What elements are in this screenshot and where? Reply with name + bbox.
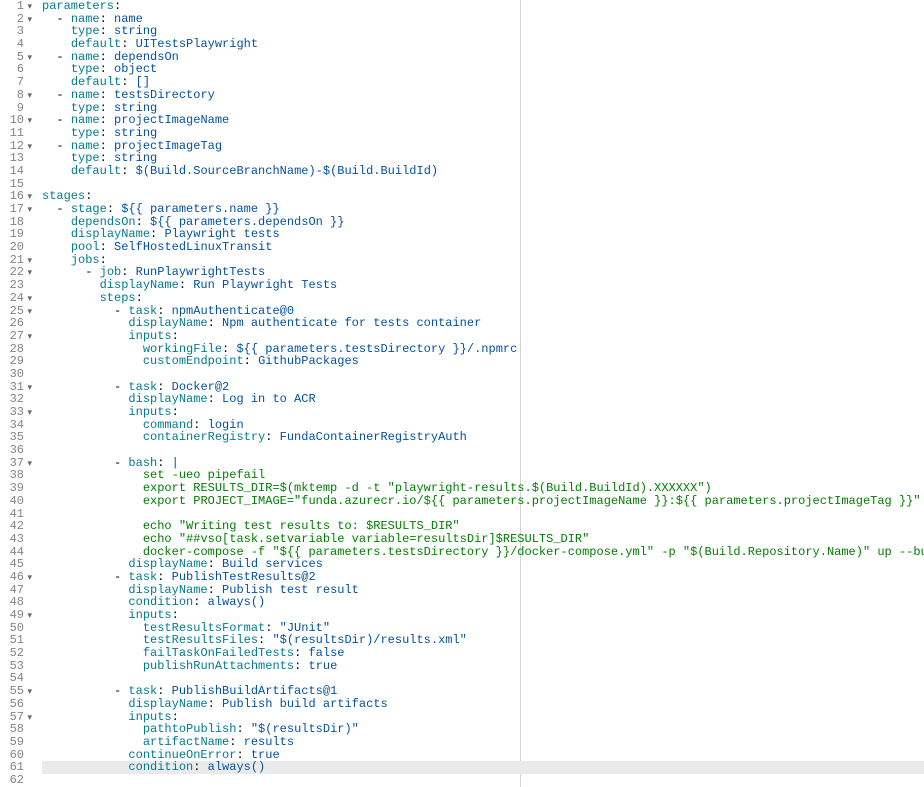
yaml-key: containerRegistry — [143, 430, 265, 444]
boolean-literal: true — [308, 659, 337, 673]
yaml-value: Run Playwright Tests — [193, 278, 337, 292]
token: : — [294, 659, 308, 673]
line-number[interactable]: 56 — [2, 698, 24, 711]
code-line[interactable]: containerRegistry: FundaContainerRegistr… — [42, 431, 924, 444]
code-line[interactable]: type: object — [42, 63, 924, 76]
line-number[interactable]: 1▾ — [2, 0, 24, 13]
code-line[interactable]: export PROJECT_IMAGE="funda.azurecr.io/$… — [42, 495, 924, 508]
code-line[interactable] — [42, 178, 924, 191]
code-line[interactable]: customEndpoint: GithubPackages — [42, 355, 924, 368]
line-number[interactable]: 62 — [2, 774, 24, 787]
line-number[interactable]: 42 — [2, 520, 24, 533]
line-number[interactable]: 39 — [2, 482, 24, 495]
token: : — [265, 430, 279, 444]
block-scalar-text: export PROJECT_IMAGE="funda.azurecr.io/$… — [143, 494, 921, 508]
code-line[interactable]: - name: dependsOn — [42, 51, 924, 64]
code-line[interactable]: default: $(Build.SourceBranchName)-$(Bui… — [42, 165, 924, 178]
line-number[interactable]: 23 — [2, 279, 24, 292]
token — [42, 494, 143, 508]
code-editor[interactable]: 1▾2▾345▾678▾910▾1112▾13141516▾17▾1819202… — [0, 0, 924, 787]
line-number[interactable]: 4 — [2, 38, 24, 51]
yaml-value: Publish build artifacts — [222, 697, 388, 711]
line-number[interactable]: 26 — [2, 317, 24, 330]
code-line[interactable]: - name: name — [42, 13, 924, 26]
code-line[interactable]: parameters: — [42, 0, 924, 13]
line-number[interactable]: 40 — [2, 495, 24, 508]
line-number[interactable]: 43 — [2, 533, 24, 546]
code-line[interactable]: - name: projectImageTag — [42, 140, 924, 153]
yaml-key: customEndpoint — [143, 354, 244, 368]
yaml-value: FundaContainerRegistryAuth — [280, 430, 467, 444]
line-number[interactable]: 30 — [2, 368, 24, 381]
token: : — [208, 392, 222, 406]
yaml-value: SelfHostedLinuxTransit — [114, 240, 272, 254]
token: : — [193, 595, 207, 609]
token: : — [179, 278, 193, 292]
token: : — [208, 697, 222, 711]
token — [42, 659, 143, 673]
token: : — [244, 354, 258, 368]
token — [42, 164, 71, 178]
line-number[interactable]: 55▾ — [2, 685, 24, 698]
code-area[interactable]: parameters: - name: name type: string de… — [30, 0, 924, 787]
yaml-value: always() — [208, 760, 266, 774]
line-number[interactable]: 58 — [2, 723, 24, 736]
line-number[interactable]: 27▾ — [2, 330, 24, 343]
token: : — [121, 164, 135, 178]
line-number[interactable]: 36 — [2, 444, 24, 457]
code-line[interactable]: pool: SelfHostedLinuxTransit — [42, 241, 924, 254]
yaml-value: always() — [208, 595, 266, 609]
code-line[interactable] — [42, 774, 924, 787]
yaml-value: Npm authenticate for tests container — [222, 316, 481, 330]
token — [42, 760, 128, 774]
yaml-value: $(Build.SourceBranchName)-$(Build.BuildI… — [136, 164, 438, 178]
yaml-key: condition — [128, 760, 193, 774]
line-number[interactable]: 24▾ — [2, 292, 24, 305]
code-line[interactable]: publishRunAttachments: true — [42, 660, 924, 673]
code-line[interactable]: - name: testsDirectory — [42, 89, 924, 102]
token: : — [193, 760, 207, 774]
line-number[interactable]: 33▾ — [2, 406, 24, 419]
yaml-key: publishRunAttachments — [143, 659, 294, 673]
code-line[interactable]: - name: projectImageName — [42, 114, 924, 127]
line-number[interactable]: 59 — [2, 736, 24, 749]
line-number[interactable]: 46▾ — [2, 571, 24, 584]
code-line[interactable]: displayName: Run Playwright Tests — [42, 279, 924, 292]
line-number[interactable]: 14 — [2, 165, 24, 178]
line-number[interactable]: 52 — [2, 647, 24, 660]
line-number[interactable]: 10▾ — [2, 114, 24, 127]
line-number[interactable]: 7 — [2, 76, 24, 89]
line-number[interactable]: 8▾ — [2, 89, 24, 102]
line-number[interactable]: 17▾ — [2, 203, 24, 216]
token: : — [208, 316, 222, 330]
token — [42, 354, 143, 368]
yaml-key: default — [71, 164, 121, 178]
yaml-value: Log in to ACR — [222, 392, 316, 406]
line-number[interactable]: 20 — [2, 241, 24, 254]
line-number-gutter[interactable]: 1▾2▾345▾678▾910▾1112▾13141516▾17▾1819202… — [0, 0, 30, 787]
code-line[interactable]: condition: always() — [42, 761, 924, 774]
line-number[interactable]: 11 — [2, 127, 24, 140]
token — [42, 430, 143, 444]
yaml-value: GithubPackages — [258, 354, 359, 368]
line-number[interactable]: 49▾ — [2, 609, 24, 622]
